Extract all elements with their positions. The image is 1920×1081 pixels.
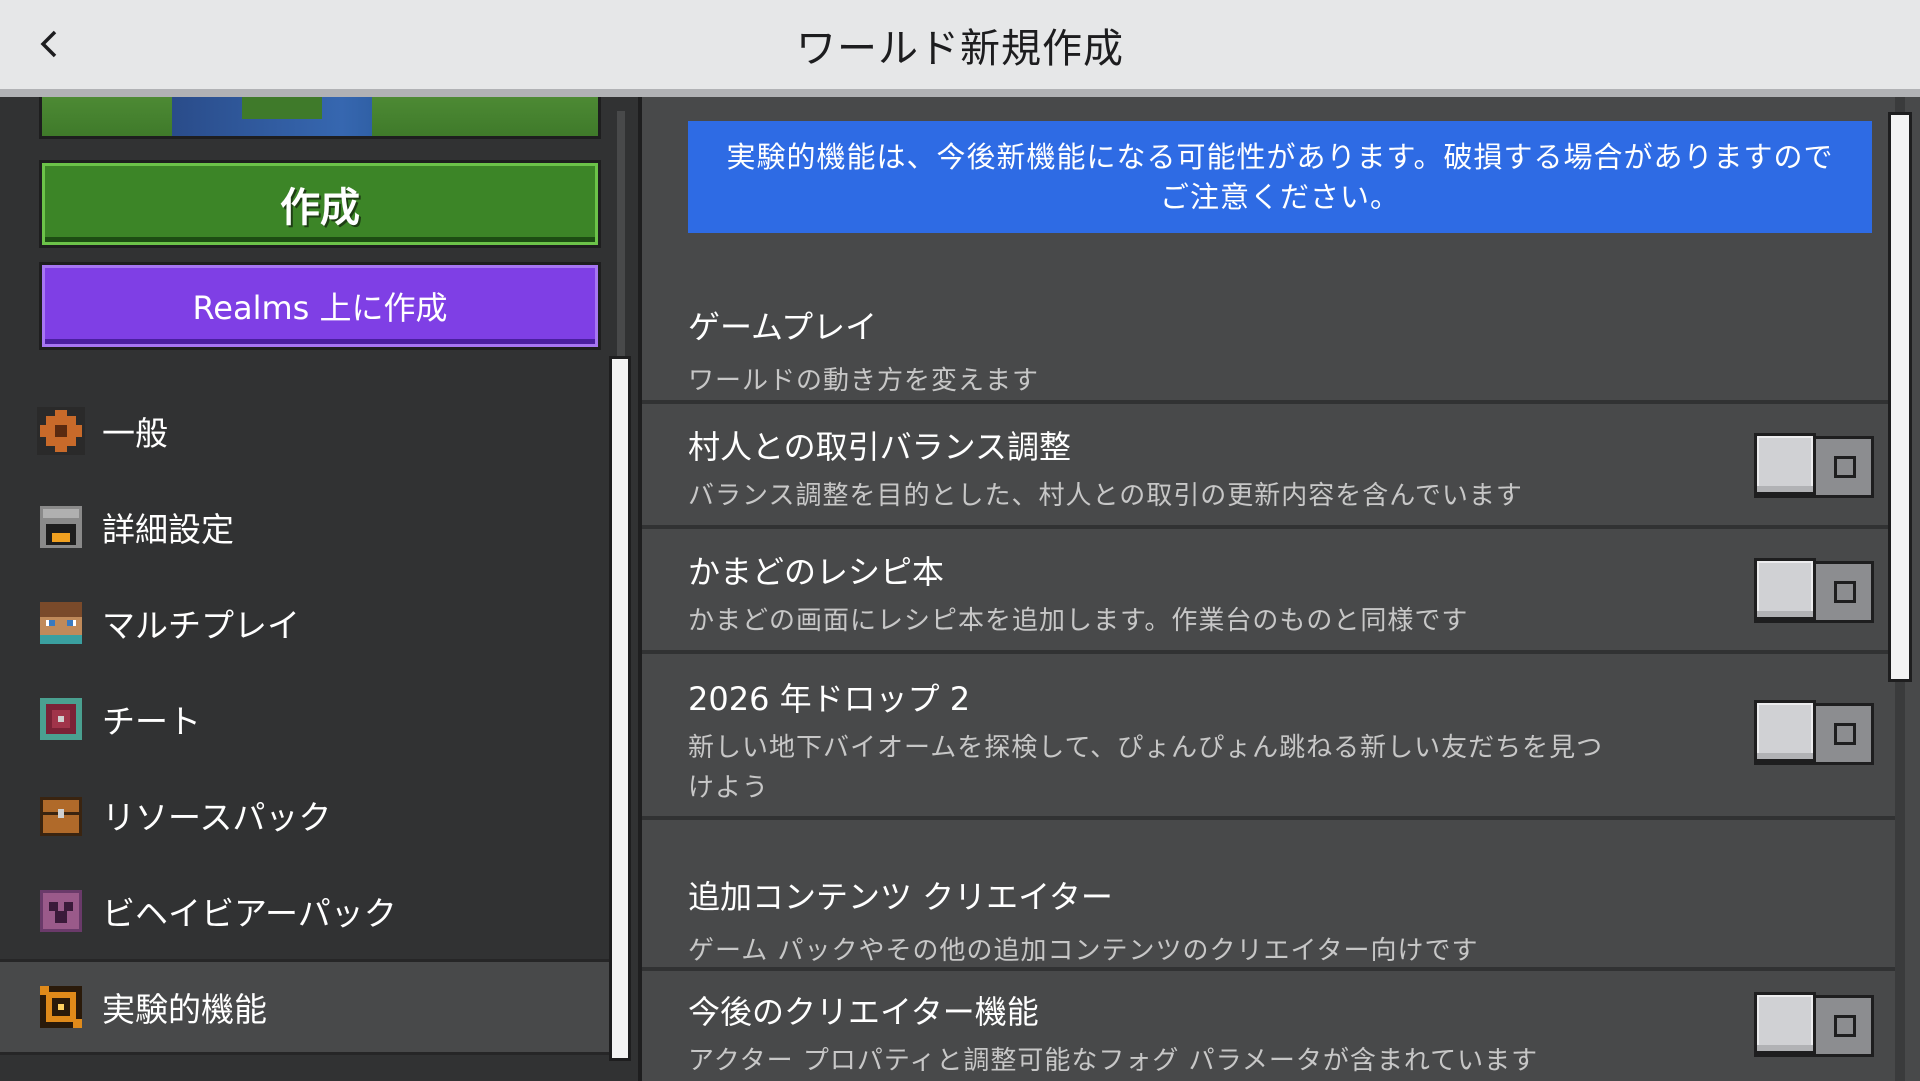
villager-trade-rebalance-toggle[interactable] xyxy=(1754,433,1874,498)
furnace-recipe-book-toggle[interactable] xyxy=(1754,558,1874,623)
nav-label: 詳細設定 xyxy=(102,510,234,549)
furnace-icon xyxy=(40,506,82,548)
page-title: ワールド新規作成 xyxy=(796,25,1124,72)
nav-item-resource-packs[interactable]: リソースパック xyxy=(0,767,612,863)
create-on-realms-button[interactable]: Realms 上に作成 xyxy=(39,262,601,350)
setting-title: 今後のクリエイター機能 xyxy=(688,993,1039,1031)
gear-icon xyxy=(37,407,85,455)
upcoming-creator-features-toggle[interactable] xyxy=(1754,992,1874,1057)
title-bar: ワールド新規作成 xyxy=(0,0,1920,97)
nav-item-multiplayer[interactable]: マルチプレイ xyxy=(0,575,612,671)
setting-row-2026-drop-2: 2026 年ドロップ 2 新しい地下バイオームを探検して、ぴょんぴょん跳ねる新し… xyxy=(642,654,1897,816)
settings-nav: 一般 詳細設定 マルチプレイ チート リソースパック ビヘイビアーパック 実験的… xyxy=(0,383,612,1055)
left-panel: 作成 Realms 上に作成 一般 詳細設定 マルチプレイ チート リソースパッ… xyxy=(0,97,638,1081)
nav-item-behavior-packs[interactable]: ビヘイビアーパック xyxy=(0,863,612,959)
nav-item-advanced[interactable]: 詳細設定 xyxy=(0,479,612,575)
section-title: 追加コンテンツ クリエイター xyxy=(688,878,1113,916)
player-head-icon xyxy=(40,602,82,644)
nav-label: 一般 xyxy=(102,414,168,453)
setting-title: 2026 年ドロップ 2 xyxy=(688,680,971,718)
section-gameplay-header: ゲームプレイ ワールドの動き方を変えます xyxy=(688,302,1838,397)
setting-row-villager-trade-rebalance: 村人との取引バランス調整 バランス調整を目的とした、村人との取引の更新内容を含ん… xyxy=(642,404,1897,525)
world-preview-image xyxy=(39,97,601,139)
experiments-icon xyxy=(40,986,82,1028)
setting-description: かまどの画面にレシピ本を追加します。作業台のものと同様です xyxy=(688,606,1469,636)
chest-icon xyxy=(40,797,82,836)
command-block-icon xyxy=(40,698,82,740)
nav-label: ビヘイビアーパック xyxy=(102,894,397,933)
2026-drop-2-toggle[interactable] xyxy=(1754,700,1874,765)
toggle-off-indicator xyxy=(1834,456,1856,478)
nav-label: マルチプレイ xyxy=(102,606,300,645)
setting-title: 村人との取引バランス調整 xyxy=(688,428,1072,466)
setting-description: 新しい地下バイオームを探検して、ぴょんぴょん跳ねる新しい友だちを見つけよう xyxy=(688,733,1604,803)
section-description: ワールドの動き方を変えます xyxy=(688,366,1040,396)
setting-description: アクター プロパティと調整可能なフォグ パラメータが含まれています xyxy=(688,1046,1539,1076)
toggle-off-indicator xyxy=(1834,1015,1856,1037)
section-title: ゲームプレイ xyxy=(688,308,878,346)
toggle-knob xyxy=(1754,992,1816,1054)
row-divider xyxy=(642,816,1897,820)
setting-description: バランス調整を目的とした、村人との取引の更新内容を含んでいます xyxy=(688,481,1523,511)
setting-row-upcoming-creator-features: 今後のクリエイター機能 アクター プロパティと調整可能なフォグ パラメータが含ま… xyxy=(642,971,1897,1081)
create-button[interactable]: 作成 xyxy=(39,160,601,248)
setting-title: かまどのレシピ本 xyxy=(688,553,945,591)
creeper-icon xyxy=(40,890,82,932)
experimental-warning-banner: 実験的機能は、今後新機能になる可能性があります。破損する場合がありますのでご注意… xyxy=(688,121,1872,233)
toggle-off-indicator xyxy=(1834,723,1856,745)
toggle-knob xyxy=(1754,433,1816,495)
left-scrollbar-thumb[interactable] xyxy=(609,356,631,1061)
nav-label: チート xyxy=(102,702,201,741)
toggle-knob xyxy=(1754,700,1816,762)
nav-label: 実験的機能 xyxy=(102,990,267,1029)
nav-item-general[interactable]: 一般 xyxy=(0,383,612,479)
section-description: ゲーム パックやその他の追加コンテンツのクリエイター向けです xyxy=(688,936,1479,966)
setting-row-furnace-recipe-book: かまどのレシピ本 かまどの画面にレシピ本を追加します。作業台のものと同様です xyxy=(642,529,1897,650)
toggle-off-indicator xyxy=(1834,581,1856,603)
nav-label: リソースパック xyxy=(102,798,332,837)
right-scrollbar-thumb[interactable] xyxy=(1888,112,1912,682)
toggle-knob xyxy=(1754,558,1816,620)
section-addon-creators-header: 追加コンテンツ クリエイター ゲーム パックやその他の追加コンテンツのクリエイタ… xyxy=(688,872,1838,967)
nav-item-cheats[interactable]: チート xyxy=(0,671,612,767)
experiments-panel: 実験的機能は、今後新機能になる可能性があります。破損する場合がありますのでご注意… xyxy=(642,97,1920,1081)
nav-item-experiments[interactable]: 実験的機能 xyxy=(0,959,612,1055)
